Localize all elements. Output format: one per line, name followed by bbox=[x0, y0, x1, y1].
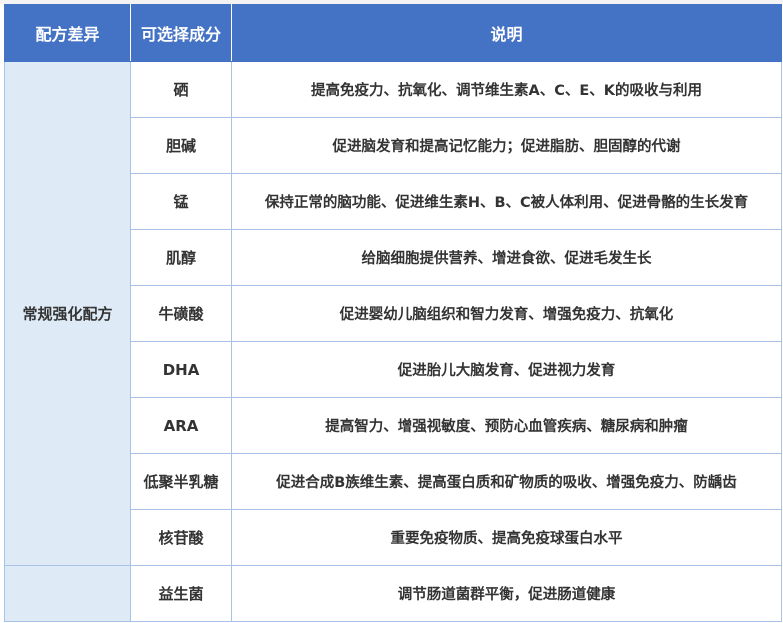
ingredient-cell: 硒 bbox=[130, 61, 232, 118]
description-cell: 给脑细胞提供营养、增进食欲、促进毛发生长 bbox=[231, 229, 782, 286]
description-cell: 促进婴幼儿脑组织和智力发育、增强免疫力、抗氧化 bbox=[231, 285, 782, 342]
description-cell: 提高智力、增强视敏度、预防心血管疾病、糖尿病和肿瘤 bbox=[231, 397, 782, 454]
group-cell bbox=[4, 565, 131, 622]
header-formula-difference: 配方差异 bbox=[4, 4, 131, 62]
ingredient-cell: DHA bbox=[130, 341, 232, 398]
description-cell: 重要免疫物质、提高免疫球蛋白水平 bbox=[231, 509, 782, 566]
description-cell: 调节肠道菌群平衡，促进肠道健康 bbox=[231, 565, 782, 622]
ingredient-cell: 核苷酸 bbox=[130, 509, 232, 566]
description-cell: 提高免疫力、抗氧化、调节维生素A、C、E、K的吸收与利用 bbox=[231, 61, 782, 118]
description-cell: 保持正常的脑功能、促进维生素H、B、C被人体利用、促进骨骼的生长发育 bbox=[231, 173, 782, 230]
ingredient-cell: ARA bbox=[130, 397, 232, 454]
description-cell: 促进脑发育和提高记忆能力；促进脂肪、胆固醇的代谢 bbox=[231, 117, 782, 174]
header-description: 说明 bbox=[231, 4, 782, 62]
group-cell: 常规强化配方 bbox=[4, 61, 131, 566]
ingredient-cell: 牛磺酸 bbox=[130, 285, 232, 342]
table-row: 益生菌 调节肠道菌群平衡，促进肠道健康 bbox=[4, 565, 782, 622]
ingredient-cell: 锰 bbox=[130, 173, 232, 230]
description-cell: 促进合成B族维生素、提高蛋白质和矿物质的吸收、增强免疫力、防龋齿 bbox=[231, 453, 782, 510]
table-header: 配方差异 可选择成分 说明 bbox=[4, 4, 782, 62]
description-cell: 促进胎儿大脑发育、促进视力发育 bbox=[231, 341, 782, 398]
table-body: 常规强化配方 硒 提高免疫力、抗氧化、调节维生素A、C、E、K的吸收与利用 胆碱… bbox=[4, 61, 782, 622]
ingredient-cell: 低聚半乳糖 bbox=[130, 453, 232, 510]
table-row: 常规强化配方 硒 提高免疫力、抗氧化、调节维生素A、C、E、K的吸收与利用 bbox=[4, 61, 782, 566]
header-optional-ingredient: 可选择成分 bbox=[130, 4, 232, 62]
ingredient-cell: 胆碱 bbox=[130, 117, 232, 174]
ingredient-cell: 益生菌 bbox=[130, 565, 232, 622]
ingredient-cell: 肌醇 bbox=[130, 229, 232, 286]
formula-table: 配方差异 可选择成分 说明 常规强化配方 硒 提高免疫力、抗氧化、调节维生素A、… bbox=[4, 4, 782, 622]
